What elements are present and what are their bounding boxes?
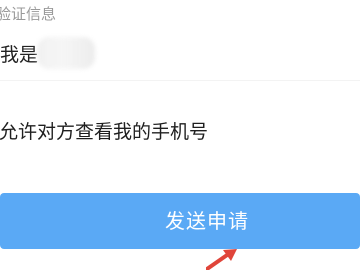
send-request-button[interactable]: 发送申请	[0, 193, 360, 249]
section-label: 验证信息	[0, 5, 57, 23]
send-request-button-label: 发送申请	[165, 209, 249, 233]
red-pointer-arrow-icon	[206, 249, 237, 270]
divider	[0, 80, 360, 81]
phone-visibility-label: 允许对方查看我的手机号	[0, 121, 209, 143]
add-friend-request-screen: 验证信息 我是 允许对方查看我的手机号 发送申请	[0, 0, 360, 270]
verification-message-text: 我是	[0, 44, 39, 66]
phone-visibility-setting-row[interactable]: 允许对方查看我的手机号	[0, 112, 360, 148]
redacted-name-blur	[37, 37, 95, 69]
verification-message-field[interactable]: 我是	[0, 36, 360, 76]
